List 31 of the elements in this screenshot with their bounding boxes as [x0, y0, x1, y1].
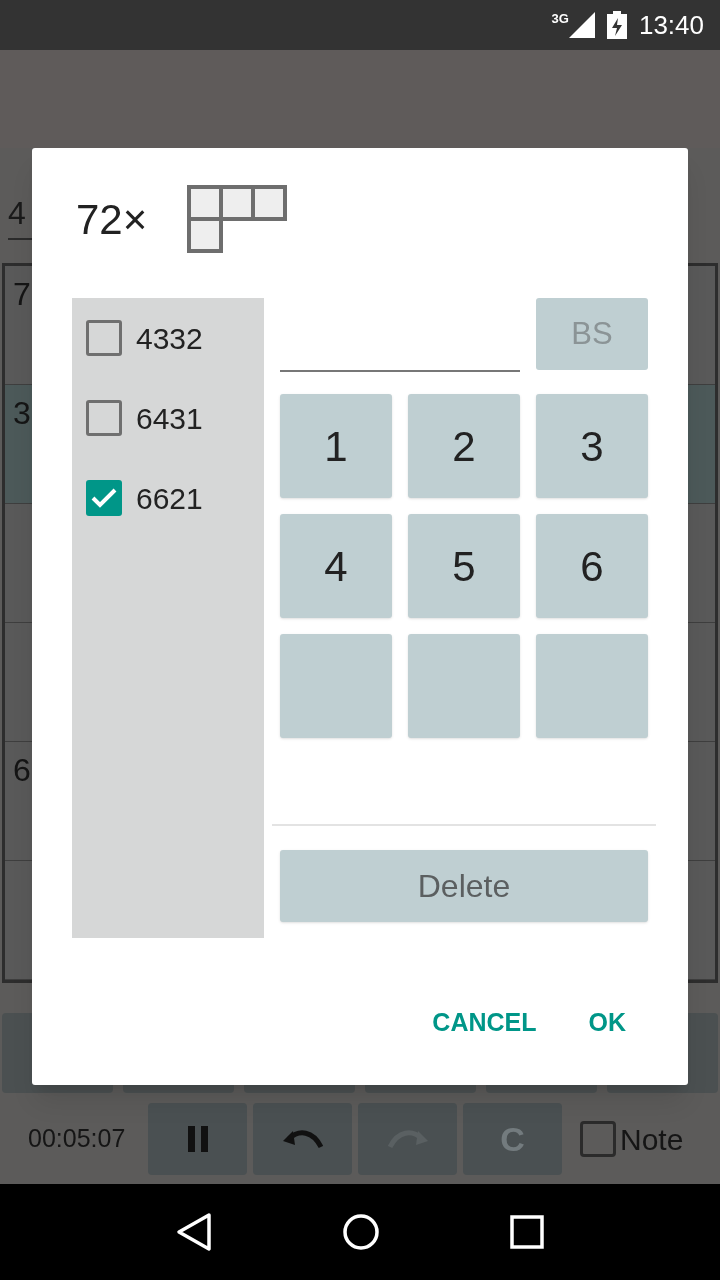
battery-icon — [606, 11, 627, 39]
digit-key[interactable]: 6 — [536, 514, 648, 618]
checkbox[interactable] — [86, 320, 122, 356]
dialog-action-button[interactable]: OK — [584, 1004, 630, 1042]
digit-key[interactable]: 1 — [280, 394, 392, 498]
signal-icon — [568, 12, 595, 38]
note-label: Note — [620, 1121, 684, 1158]
pause-icon — [185, 1126, 210, 1152]
delete-button[interactable]: Delete — [280, 850, 648, 922]
undo-icon — [282, 1127, 323, 1151]
back-icon[interactable] — [175, 1212, 212, 1252]
clock: 13:40 — [638, 8, 704, 42]
digit-key[interactable]: 2 — [408, 394, 520, 498]
tool-button[interactable] — [253, 1103, 352, 1175]
network-label: 3G — [551, 10, 569, 29]
recents-icon[interactable] — [510, 1215, 545, 1249]
dialog-title: 72× — [76, 194, 148, 245]
checked-checkbox[interactable] — [86, 480, 122, 516]
digit-key[interactable]: 5 — [408, 514, 520, 618]
timer: 00:05:07 — [28, 1123, 127, 1155]
option-label: 6621 — [136, 480, 203, 517]
check-icon — [91, 488, 117, 508]
digit-key[interactable]: 4 — [280, 514, 392, 618]
digit-key[interactable]: 3 — [536, 394, 648, 498]
tool-button[interactable] — [148, 1103, 247, 1175]
option-label: 4332 — [136, 320, 203, 357]
dialog-action-button[interactable]: CANCEL — [428, 1004, 541, 1042]
option-label: 6431 — [136, 400, 203, 437]
checkbox[interactable] — [86, 400, 122, 436]
home-icon[interactable] — [343, 1214, 379, 1250]
note-checkbox[interactable] — [580, 1121, 616, 1157]
